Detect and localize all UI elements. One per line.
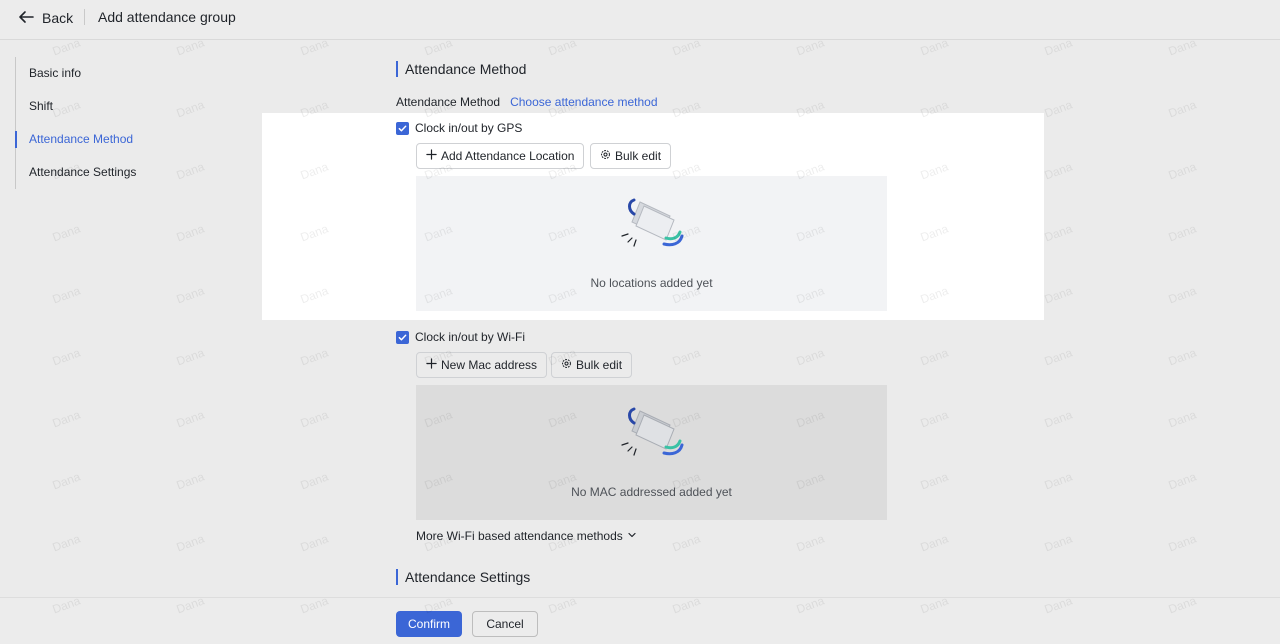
new-mac-address-label: New Mac address	[441, 358, 538, 372]
watermark-text: Dana	[670, 531, 703, 555]
wifi-empty-text: No MAC addressed added yet	[571, 485, 732, 499]
empty-folder-icon	[620, 196, 686, 258]
nav-item-attendance-method[interactable]: Attendance Method	[15, 123, 215, 156]
footer-bar	[0, 597, 1280, 644]
choose-attendance-method-link[interactable]: Choose attendance method	[510, 95, 657, 109]
gps-checkbox-label: Clock in/out by GPS	[415, 121, 523, 135]
gps-bulk-edit-button[interactable]: Bulk edit	[590, 143, 672, 169]
watermark-text: Dana	[50, 407, 83, 431]
wifi-bulk-edit-label: Bulk edit	[576, 358, 623, 372]
top-bar: Back Add attendance group	[0, 0, 1280, 40]
watermark-text: Dana	[794, 345, 827, 369]
watermark-text: Dana	[918, 345, 951, 369]
watermark-text: Dana	[1166, 407, 1199, 431]
watermark-text: Dana	[298, 345, 331, 369]
watermark-text: Dana	[1042, 469, 1075, 493]
plus-icon	[426, 149, 437, 163]
add-attendance-location-button[interactable]: Add Attendance Location	[416, 143, 585, 169]
section-title-attendance-method: Attendance Method	[396, 61, 526, 77]
watermark-text: Dana	[1042, 159, 1075, 183]
header-divider	[84, 9, 85, 25]
wifi-checkbox-label: Clock in/out by Wi-Fi	[415, 330, 526, 344]
nav-item-attendance-settings[interactable]: Attendance Settings	[16, 156, 215, 189]
watermark-text: Dana	[1166, 469, 1199, 493]
nav-item-shift[interactable]: Shift	[16, 90, 215, 123]
watermark-text: Dana	[1166, 159, 1199, 183]
page-title: Add attendance group	[98, 9, 236, 25]
watermark-text: Dana	[918, 531, 951, 555]
watermark-text: Dana	[50, 283, 83, 307]
attendance-method-label: Attendance Method	[396, 95, 501, 109]
watermark-text: Dana	[50, 469, 83, 493]
watermark-text: Dana	[1166, 283, 1199, 307]
empty-folder-icon	[620, 405, 686, 467]
watermark-text: Dana	[50, 221, 83, 245]
section-title-attendance-settings: Attendance Settings	[396, 569, 530, 585]
wifi-checkbox[interactable]: Clock in/out by Wi-Fi	[396, 329, 525, 345]
back-arrow-icon	[18, 9, 34, 28]
watermark-text: Dana	[1042, 221, 1075, 245]
cancel-button[interactable]: Cancel	[472, 611, 538, 637]
gps-empty-state: No locations added yet	[416, 176, 887, 311]
attendance-method-row: Attendance Method Choose attendance meth…	[396, 94, 658, 110]
watermark-text: Dana	[50, 345, 83, 369]
watermark-text: Dana	[174, 469, 207, 493]
more-wifi-methods-link[interactable]: More Wi-Fi based attendance methods	[416, 529, 637, 543]
check-icon	[396, 121, 409, 135]
watermark-text: Dana	[174, 407, 207, 431]
watermark-text: Dana	[1042, 97, 1075, 121]
watermark-text: Dana	[174, 531, 207, 555]
gps-empty-text: No locations added yet	[590, 276, 713, 290]
watermark-text: Dana	[1042, 407, 1075, 431]
watermark-text: Dana	[1166, 345, 1199, 369]
chevron-down-icon	[627, 529, 637, 543]
watermark-text: Dana	[1042, 345, 1075, 369]
gps-bulk-edit-label: Bulk edit	[615, 149, 662, 163]
back-button[interactable]: Back	[18, 8, 73, 28]
watermark-text: Dana	[670, 345, 703, 369]
watermark-text: Dana	[918, 469, 951, 493]
plus-icon	[426, 358, 437, 372]
section-nav: Basic info Shift Attendance Method Atten…	[15, 57, 215, 189]
nav-item-basic-info[interactable]: Basic info	[16, 57, 215, 90]
watermark-text: Dana	[174, 345, 207, 369]
watermark-text: Dana	[298, 531, 331, 555]
add-attendance-location-label: Add Attendance Location	[441, 149, 575, 163]
confirm-button[interactable]: Confirm	[396, 611, 462, 637]
watermark-text: Dana	[1042, 283, 1075, 307]
gps-checkbox[interactable]: Clock in/out by GPS	[396, 120, 522, 136]
watermark-text: Dana	[918, 407, 951, 431]
new-mac-address-button[interactable]: New Mac address	[416, 352, 548, 378]
check-icon	[396, 330, 409, 344]
watermark-text: Dana	[794, 531, 827, 555]
watermark-text: Dana	[174, 283, 207, 307]
watermark-text: Dana	[1166, 531, 1199, 555]
watermark-text: Dana	[1166, 221, 1199, 245]
back-label: Back	[42, 10, 74, 26]
gear-icon	[561, 358, 572, 372]
watermark-text: Dana	[298, 407, 331, 431]
gear-icon	[600, 149, 611, 163]
watermark-text: Dana	[1166, 97, 1199, 121]
watermark-text: Dana	[1042, 531, 1075, 555]
watermark-text: Dana	[298, 469, 331, 493]
wifi-empty-state: No MAC addressed added yet	[416, 385, 887, 520]
more-wifi-methods-label: More Wi-Fi based attendance methods	[416, 529, 623, 543]
watermark-text: Dana	[50, 531, 83, 555]
watermark-text: Dana	[174, 221, 207, 245]
wifi-bulk-edit-button[interactable]: Bulk edit	[551, 352, 633, 378]
